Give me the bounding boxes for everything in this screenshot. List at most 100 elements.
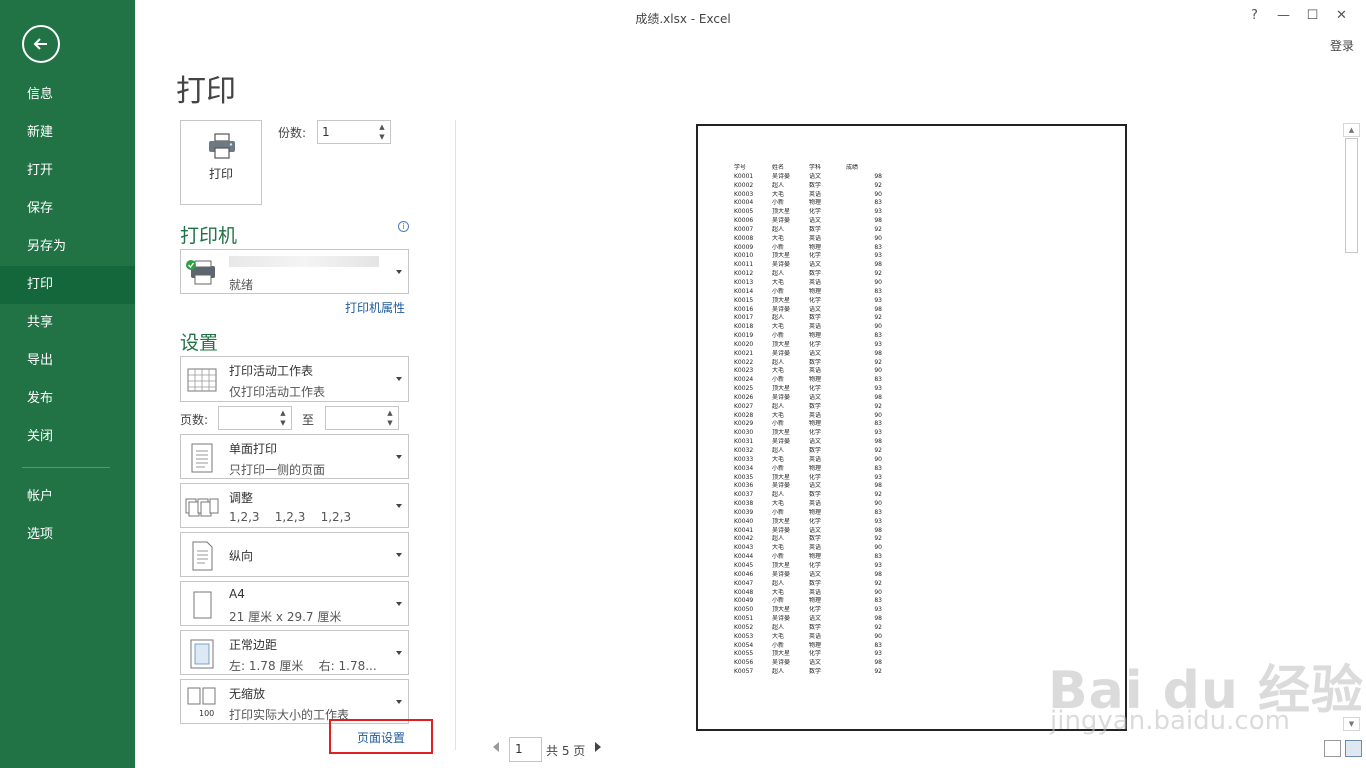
show-margins-icon[interactable]: [1324, 740, 1341, 757]
preview-column-header: 学科: [809, 164, 822, 171]
preview-cell: 98: [874, 349, 882, 357]
preview-cell: 语文: [809, 526, 822, 534]
info-icon[interactable]: i: [398, 221, 409, 232]
paper-size-subtitle: 21 厘米 x 29.7 厘米: [229, 610, 342, 624]
preview-cell: 98: [874, 172, 882, 180]
table-row: K0036 吴诗晏 语文 98: [734, 482, 882, 491]
chevron-down-icon: [396, 650, 402, 655]
preview-cell: 93: [874, 473, 882, 481]
preview-cell: 顶大星: [772, 252, 791, 260]
preview-cell: K0007: [734, 225, 754, 233]
pages-to-stepper[interactable]: ▲ ▼: [325, 406, 399, 430]
preview-cell: K0053: [734, 632, 754, 640]
pages-from-stepper[interactable]: ▲ ▼: [218, 406, 292, 430]
nav-close[interactable]: 关闭: [0, 418, 135, 456]
table-row: K0035 顶大星 化学 93: [734, 474, 882, 483]
nav-account[interactable]: 帐户: [0, 478, 135, 516]
table-row: K0049 小新 物理 83: [734, 597, 882, 606]
margins-select[interactable]: 正常边距 左: 1.78 厘米 右: 1.78...: [180, 630, 409, 675]
nav-share[interactable]: 共享: [0, 304, 135, 342]
preview-cell: 化学: [809, 561, 822, 569]
table-row: K0016 吴诗晏 语文 98: [734, 306, 882, 315]
previous-page-icon[interactable]: [493, 742, 499, 752]
preview-cell: 物理: [809, 597, 822, 605]
preview-cell: 顶大星: [772, 296, 791, 304]
nav-open[interactable]: 打开: [0, 152, 135, 190]
close-button[interactable]: ✕: [1327, 6, 1356, 26]
scroll-down-icon[interactable]: ▼: [1343, 717, 1360, 731]
copies-down-icon[interactable]: ▼: [376, 132, 388, 142]
preview-cell: 超人: [772, 270, 785, 278]
nav-save-as[interactable]: 另存为: [0, 228, 135, 266]
scroll-up-icon[interactable]: ▲: [1343, 123, 1360, 137]
nav-options[interactable]: 选项: [0, 516, 135, 554]
back-arrow-icon[interactable]: [22, 25, 60, 63]
table-row: K0026 吴诗晏 语文 98: [734, 394, 882, 403]
preview-cell: 物理: [809, 332, 822, 340]
preview-cell: 英语: [809, 500, 822, 508]
chevron-down-icon: [396, 269, 402, 274]
page-title: 打印: [176, 74, 236, 109]
copies-up-icon[interactable]: ▲: [376, 122, 388, 132]
current-page-input[interactable]: 1: [509, 737, 542, 762]
copies-input[interactable]: [322, 124, 374, 140]
next-page-icon[interactable]: [595, 742, 601, 752]
login-link[interactable]: 登录: [1330, 37, 1354, 54]
preview-cell: K0006: [734, 217, 754, 225]
preview-cell: 小新: [772, 641, 785, 649]
paper-size-select[interactable]: A4 21 厘米 x 29.7 厘米: [180, 581, 409, 626]
pages-from-input[interactable]: [222, 410, 276, 426]
nav-new[interactable]: 新建: [0, 114, 135, 152]
preview-cell: K0011: [734, 261, 754, 269]
preview-cell: K0046: [734, 570, 754, 578]
scroll-thumb[interactable]: [1345, 138, 1358, 253]
preview-cell: 化学: [809, 606, 822, 614]
nav-print[interactable]: 打印: [0, 266, 135, 304]
print-button[interactable]: 打印: [180, 120, 262, 205]
page-setup-link[interactable]: 页面设置: [357, 729, 405, 746]
scaling-select[interactable]: 100 无缩放 打印实际大小的工作表: [180, 679, 409, 724]
preview-cell: K0045: [734, 561, 754, 569]
preview-column-header: 姓名: [772, 164, 785, 171]
zoom-to-page-icon[interactable]: [1345, 740, 1362, 757]
orientation-select[interactable]: 纵向: [180, 532, 409, 577]
preview-cell: K0047: [734, 579, 754, 587]
print-what-select[interactable]: 打印活动工作表 仅打印活动工作表: [180, 356, 409, 402]
help-button[interactable]: ?: [1240, 6, 1269, 26]
table-row: K0056 吴诗晏 语文 98: [734, 659, 882, 668]
preview-cell: 98: [874, 217, 882, 225]
preview-cell: 92: [874, 314, 882, 322]
copies-stepper[interactable]: ▲ ▼: [317, 120, 391, 144]
collate-select[interactable]: 调整 1,2,3 1,2,3 1,2,3: [180, 483, 409, 528]
preview-cell: 93: [874, 650, 882, 658]
minimize-button[interactable]: —: [1269, 6, 1298, 26]
maximize-button[interactable]: ☐: [1298, 6, 1327, 26]
sides-select[interactable]: 单面打印 只打印一侧的页面: [180, 434, 409, 479]
preview-cell: 英语: [809, 632, 822, 640]
nav-publish[interactable]: 发布: [0, 380, 135, 418]
pages-to-input[interactable]: [329, 410, 383, 426]
preview-cell: 语文: [809, 438, 822, 446]
table-row: K0008 大毛 英语 90: [734, 235, 882, 244]
sides-title: 单面打印: [229, 442, 278, 456]
preview-scrollbar[interactable]: ▲ ▼: [1343, 123, 1360, 731]
preview-cell: 83: [874, 287, 882, 295]
nav-export[interactable]: 导出: [0, 342, 135, 380]
preview-cell: 93: [874, 517, 882, 525]
nav-info[interactable]: 信息: [0, 76, 135, 114]
preview-cell: 大毛: [772, 278, 785, 286]
preview-cell: 83: [874, 199, 882, 207]
nav-save[interactable]: 保存: [0, 190, 135, 228]
pages-from-up-icon[interactable]: ▲: [277, 408, 289, 418]
preview-cell: 英语: [809, 411, 822, 419]
table-row: K0042 超人 数学 92: [734, 535, 882, 544]
preview-cell: K0057: [734, 668, 754, 676]
printer-select[interactable]: 就绪: [180, 249, 409, 294]
pages-from-down-icon[interactable]: ▼: [277, 418, 289, 428]
orientation-title: 纵向: [229, 549, 254, 563]
pages-to-up-icon[interactable]: ▲: [384, 408, 396, 418]
pages-label: 页数:: [180, 413, 209, 427]
printer-properties-link[interactable]: 打印机属性: [345, 299, 405, 316]
preview-cell: 顶大星: [772, 473, 791, 481]
pages-to-down-icon[interactable]: ▼: [384, 418, 396, 428]
